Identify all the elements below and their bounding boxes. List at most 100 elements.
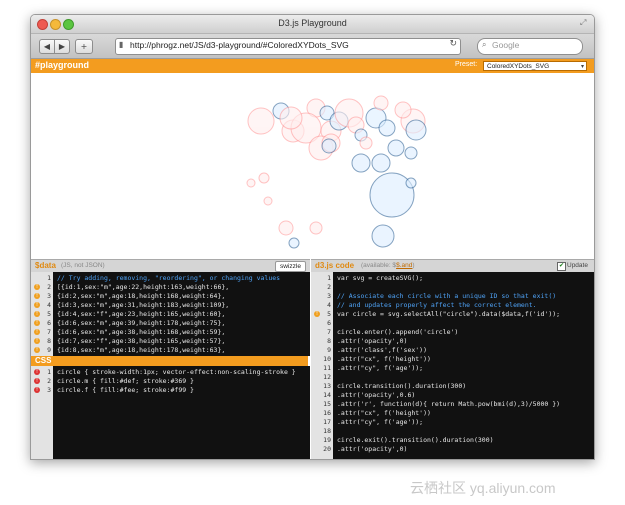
code-text: .attr('opacity',0) (337, 445, 408, 453)
data-dot (378, 119, 396, 137)
forward-arrow-icon[interactable]: ▶ (54, 39, 70, 54)
code-pane-sub-end: ) (412, 262, 415, 269)
line-number: 3 (47, 386, 51, 394)
code-line: 2 (311, 283, 594, 292)
code-line: 11 .attr("cy", f('age')); (311, 364, 594, 373)
line-number: 20 (323, 445, 331, 453)
code-text: {id:8,sex:"m",age:18,height:178,weight:6… (57, 346, 226, 354)
code-line: 1 var svg = createSVG(); (311, 274, 594, 283)
code-text: [{id:1,sex:"m",age:22,height:163,weight:… (57, 283, 230, 291)
code-text: {id:3,sex:"m",age:31,height:183,weight:1… (57, 301, 230, 309)
code-line: ! 8 {id:7,sex:"f",age:38,height:165,weigh… (31, 337, 310, 346)
code-text: var svg = createSVG(); (337, 274, 424, 282)
data-dot (405, 177, 417, 189)
data-dot (263, 196, 273, 206)
data-dot (373, 95, 389, 111)
line-number: 2 (47, 377, 51, 385)
code-line: 9 .attr('class',f('sex')) (311, 346, 594, 355)
code-text: {id:6,sex:"m",age:38,height:168,weight:5… (57, 328, 226, 336)
line-number: 3 (47, 292, 51, 300)
preset-value: ColoredXYDots_SVG (487, 63, 550, 70)
code-text: .attr("cx", f('height')) (337, 355, 431, 363)
data-dot (258, 172, 270, 184)
data-dot (321, 138, 337, 154)
data-dot (359, 136, 373, 150)
line-number: 8 (327, 337, 331, 345)
line-number: 13 (323, 382, 331, 390)
update-checkbox[interactable]: ✔ (557, 262, 566, 271)
preset-select[interactable]: ColoredXYDots_SVG ▾ (483, 61, 587, 71)
fullscreen-icon[interactable]: ⤢ (580, 19, 588, 27)
data-dot (246, 178, 256, 188)
line-number: 19 (323, 436, 331, 444)
code-text: circle.transition().duration(300) (337, 382, 467, 390)
code-text: var circle = svg.selectAll("circle").dat… (337, 310, 561, 318)
search-field[interactable]: ⌕ Google (477, 38, 583, 55)
code-pane-title: d3.js code (315, 261, 355, 270)
code-text: // Associate each circle with a unique I… (337, 292, 557, 300)
data-editor[interactable]: 1 // Try adding, removing, "reordering", … (31, 272, 310, 356)
code-line: 8 .attr('opacity',0) (311, 337, 594, 346)
code-line: 12 (311, 373, 594, 382)
data-dot (394, 101, 412, 119)
data-dot (288, 237, 300, 249)
line-number: 1 (47, 274, 51, 282)
code-line: 3 // Associate each circle with a unique … (311, 292, 594, 301)
code-line: 19 circle.exit().transition().duration(30… (311, 436, 594, 445)
line-number: 10 (323, 355, 331, 363)
code-line: ! 5 {id:4,sex:"f",age:23,height:165,weigh… (31, 310, 310, 319)
css-editor[interactable]: ! 1 circle { stroke-width:1px; vector-effe… (31, 366, 310, 459)
code-line: ! 4 {id:3,sex:"m",age:31,height:183,weigh… (31, 301, 310, 310)
code-line: ! 5 var circle = svg.selectAll("circle").d… (311, 310, 594, 319)
data-dot (405, 119, 427, 141)
data-dot (387, 139, 405, 157)
code-pane-sub-link[interactable]: $.and (396, 262, 412, 269)
line-number: 7 (327, 328, 331, 336)
line-number: 12 (323, 373, 331, 381)
code-text: circle { stroke-width:1px; vector-effect… (57, 368, 296, 376)
code-line: 14 .attr('opacity',0.6) (311, 391, 594, 400)
line-number: 3 (327, 292, 331, 300)
data-dot (247, 107, 275, 135)
code-line: ! 2 [{id:1,sex:"m",age:22,height:163,weigh… (31, 283, 310, 292)
line-number: 17 (323, 418, 331, 426)
code-line: 6 (311, 319, 594, 328)
watermark: 云栖社区 yq.aliyun.com (410, 480, 556, 496)
line-number: 18 (323, 427, 331, 435)
code-line: ! 3 circle.f { fill:#fee; stroke:#f99 } (31, 386, 310, 395)
code-line: ! 1 circle { stroke-width:1px; vector-effe… (31, 368, 310, 377)
line-number: 4 (47, 301, 51, 309)
line-number: 8 (47, 337, 51, 345)
data-dot (371, 224, 395, 248)
new-tab-icon[interactable]: + (75, 39, 93, 54)
code-editor[interactable]: 1 var svg = createSVG(); 2 3 // Associate ea… (311, 272, 594, 459)
code-line: 15 .attr('r', function(d){ return Math.p… (311, 400, 594, 409)
css-pane-title: CSS (35, 356, 52, 365)
line-number: 5 (47, 310, 51, 318)
code-line: ! 6 {id:6,sex:"m",age:39,height:178,weigh… (31, 319, 310, 328)
playground-canvas (31, 73, 594, 259)
code-line: ! 9 {id:8,sex:"m",age:18,height:178,weigh… (31, 346, 310, 355)
line-number: 1 (47, 368, 51, 376)
back-arrow-icon[interactable]: ◀ (39, 39, 55, 54)
code-text: .attr('opacity',0.6) (337, 391, 416, 399)
code-text: .attr("cx", f('height')) (337, 409, 431, 417)
page-icon: ▮ (119, 40, 124, 49)
data-pane-title: $data (35, 261, 56, 270)
playground-title: #playground (35, 60, 90, 70)
data-dot (371, 153, 391, 173)
code-pane-subtitle: (available: $$.and) (361, 262, 415, 269)
code-text: circle.enter().append('circle') (337, 328, 459, 336)
data-dot (278, 220, 294, 236)
line-number: 6 (47, 319, 51, 327)
swizzle-button[interactable]: swizzle (275, 261, 306, 272)
css-pane-header: CSS (31, 356, 308, 366)
line-number: 2 (327, 283, 331, 291)
line-number: 7 (47, 328, 51, 336)
reload-icon[interactable]: ↻ (449, 39, 457, 49)
code-text: {id:7,sex:"f",age:38,height:165,weight:5… (57, 337, 226, 345)
url-field[interactable]: ▮ http://phrogz.net/JS/d3-playground/#Co… (115, 38, 461, 55)
code-line: 4 // and updates properly affect the corr… (311, 301, 594, 310)
line-number: 9 (327, 346, 331, 354)
code-line: ! 7 {id:6,sex:"m",age:38,height:168,weigh… (31, 328, 310, 337)
